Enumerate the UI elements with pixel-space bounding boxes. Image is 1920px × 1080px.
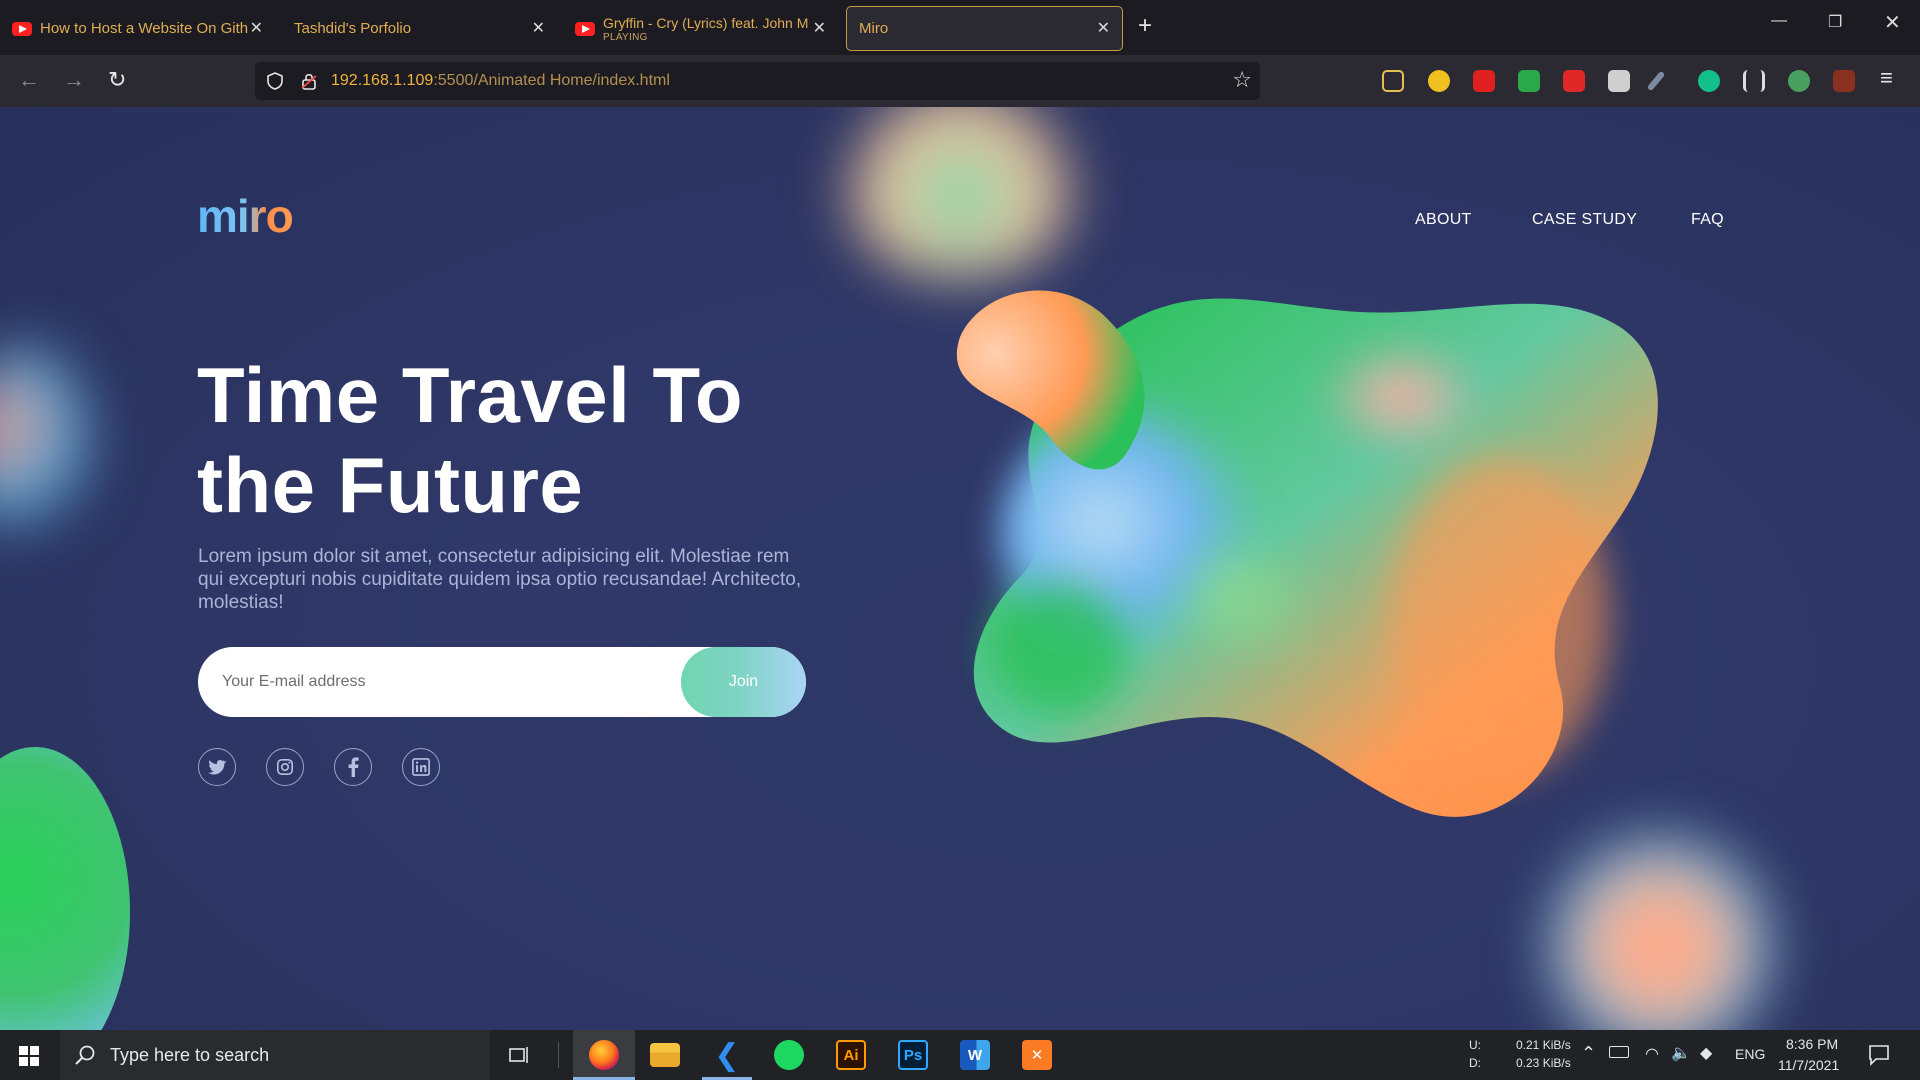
- dropbox-icon[interactable]: ◆: [1700, 1043, 1712, 1063]
- bookmark-star-icon[interactable]: ☆: [1232, 67, 1252, 93]
- insecure-lock-icon[interactable]: [299, 71, 319, 91]
- net-download-rate: 0.23 KiB/s: [1516, 1056, 1571, 1070]
- linkedin-icon[interactable]: [402, 748, 440, 786]
- address-bar[interactable]: 192.168.1.109 :5500/Animated Home/index.…: [255, 62, 1260, 100]
- twitter-icon[interactable]: [198, 748, 236, 786]
- clock-time[interactable]: 8:36 PM: [1786, 1036, 1838, 1052]
- close-icon[interactable]: ✕: [250, 18, 263, 38]
- tab-title: Gryffin - Cry (Lyrics) feat. John M: [603, 14, 808, 31]
- spotify-icon[interactable]: [774, 1040, 804, 1070]
- tab-bar: How to Host a Website On Gith ✕ Tashdid'…: [0, 0, 1920, 55]
- vscode-icon[interactable]: ❮: [712, 1039, 742, 1072]
- decorative-orb-bottom-right: [1540, 827, 1780, 1030]
- forward-arrow-icon[interactable]: →: [63, 67, 85, 93]
- windows-start-icon[interactable]: [19, 1046, 39, 1066]
- close-icon[interactable]: ✕: [532, 18, 545, 38]
- task-view-icon[interactable]: [508, 1045, 530, 1065]
- tab-github-hosting[interactable]: How to Host a Website On Gith ✕: [0, 6, 275, 51]
- email-input[interactable]: [222, 647, 642, 717]
- illustrator-icon[interactable]: Ai: [836, 1040, 866, 1070]
- tab-miro[interactable]: Miro ✕: [846, 6, 1123, 51]
- back-arrow-icon[interactable]: ←: [18, 67, 40, 93]
- taskbar-search-box[interactable]: Type here to search: [60, 1030, 490, 1080]
- url-path: :5500/Animated Home/index.html: [433, 72, 670, 89]
- close-icon[interactable]: ✕: [1097, 18, 1110, 38]
- navigation-toolbar: ← → ↻ 192.168.1.109 :5500/Animated Home/…: [0, 55, 1920, 107]
- photoshop-icon[interactable]: Ps: [898, 1040, 928, 1070]
- extension-red-icon[interactable]: [1563, 70, 1585, 92]
- hero-gradient-blob: [956, 290, 1658, 817]
- restore-icon[interactable]: ❐: [1828, 12, 1842, 32]
- close-icon[interactable]: ✕: [813, 18, 826, 38]
- clock-date[interactable]: 11/7/2021: [1778, 1057, 1839, 1073]
- chevron-up-icon[interactable]: ⌃: [1581, 1043, 1596, 1064]
- decorative-orb-top: [835, 107, 1085, 277]
- decorative-orb-bottom-left: [0, 747, 130, 1030]
- hamburger-menu-icon[interactable]: ≡: [1880, 65, 1893, 91]
- windows-taskbar: Type here to search ❮ Ai Ps W ✕ U: D: 0.…: [0, 1030, 1920, 1080]
- youtube-icon: [12, 21, 32, 36]
- net-download-label: D:: [1469, 1056, 1481, 1070]
- hero-description: Lorem ipsum dolor sit amet, consectetur …: [198, 546, 802, 613]
- net-upload-label: U:: [1469, 1038, 1481, 1052]
- net-upload-rate: 0.21 KiB/s: [1516, 1038, 1571, 1052]
- taskbar-divider: [558, 1042, 559, 1068]
- nav-link-about[interactable]: ABOUT: [1415, 211, 1472, 229]
- tab-gryffin-playing[interactable]: Gryffin - Cry (Lyrics) feat. John M PLAY…: [563, 6, 838, 51]
- youtube-icon: [575, 21, 595, 36]
- join-button[interactable]: Join: [681, 647, 806, 717]
- url-host: 192.168.1.109: [331, 72, 434, 89]
- pocket-icon[interactable]: [1382, 70, 1404, 92]
- nav-link-faq[interactable]: FAQ: [1691, 211, 1724, 229]
- tab-title: Tashdid's Porfolio: [294, 20, 412, 37]
- volume-icon[interactable]: 🔈: [1671, 1043, 1691, 1063]
- notifications-icon[interactable]: [1868, 1044, 1890, 1066]
- decorative-orb-left: [0, 347, 90, 547]
- new-tab-icon[interactable]: +: [1138, 12, 1152, 40]
- search-placeholder: Type here to search: [110, 1044, 270, 1065]
- language-indicator[interactable]: ENG: [1735, 1046, 1765, 1062]
- grammarly-icon[interactable]: [1698, 70, 1720, 92]
- tab-playing-label: PLAYING: [603, 31, 648, 43]
- shield-extension-icon[interactable]: [1518, 70, 1540, 92]
- tab-title: How to Host a Website On Gith: [40, 20, 249, 37]
- close-window-icon[interactable]: ✕: [1884, 10, 1901, 35]
- extension-grey-icon[interactable]: [1608, 70, 1630, 92]
- extension-cors-icon[interactable]: [1833, 70, 1855, 92]
- extension-bars-icon[interactable]: [1743, 70, 1765, 92]
- tab-portfolio[interactable]: Tashdid's Porfolio ✕: [282, 6, 557, 51]
- wifi-icon[interactable]: ◠: [1645, 1044, 1659, 1064]
- reload-icon[interactable]: ↻: [108, 67, 126, 93]
- battery-icon[interactable]: [1609, 1046, 1629, 1058]
- extension-globe-icon[interactable]: [1788, 70, 1810, 92]
- extension-t-icon[interactable]: [1428, 70, 1450, 92]
- nav-link-case-study[interactable]: CASE STUDY: [1532, 211, 1637, 229]
- newsletter-form: Join: [198, 647, 806, 717]
- search-icon: [75, 1045, 95, 1065]
- pen-icon[interactable]: [1646, 70, 1666, 92]
- hero-headline: Time Travel To the Future: [197, 351, 743, 529]
- minimize-icon[interactable]: —: [1771, 12, 1787, 30]
- facebook-icon[interactable]: [334, 748, 372, 786]
- webpage-viewport: miro ABOUT CASE STUDY FAQ Time Travel To…: [0, 107, 1920, 1030]
- xampp-icon[interactable]: ✕: [1022, 1040, 1052, 1070]
- instagram-icon[interactable]: [266, 748, 304, 786]
- firefox-icon[interactable]: [589, 1040, 619, 1070]
- site-logo[interactable]: miro: [197, 189, 294, 243]
- adblock-icon[interactable]: [1473, 70, 1495, 92]
- tab-title: Miro: [859, 20, 889, 37]
- word-icon[interactable]: W: [960, 1040, 990, 1070]
- file-explorer-icon[interactable]: [650, 1043, 680, 1067]
- shield-icon[interactable]: [265, 71, 285, 91]
